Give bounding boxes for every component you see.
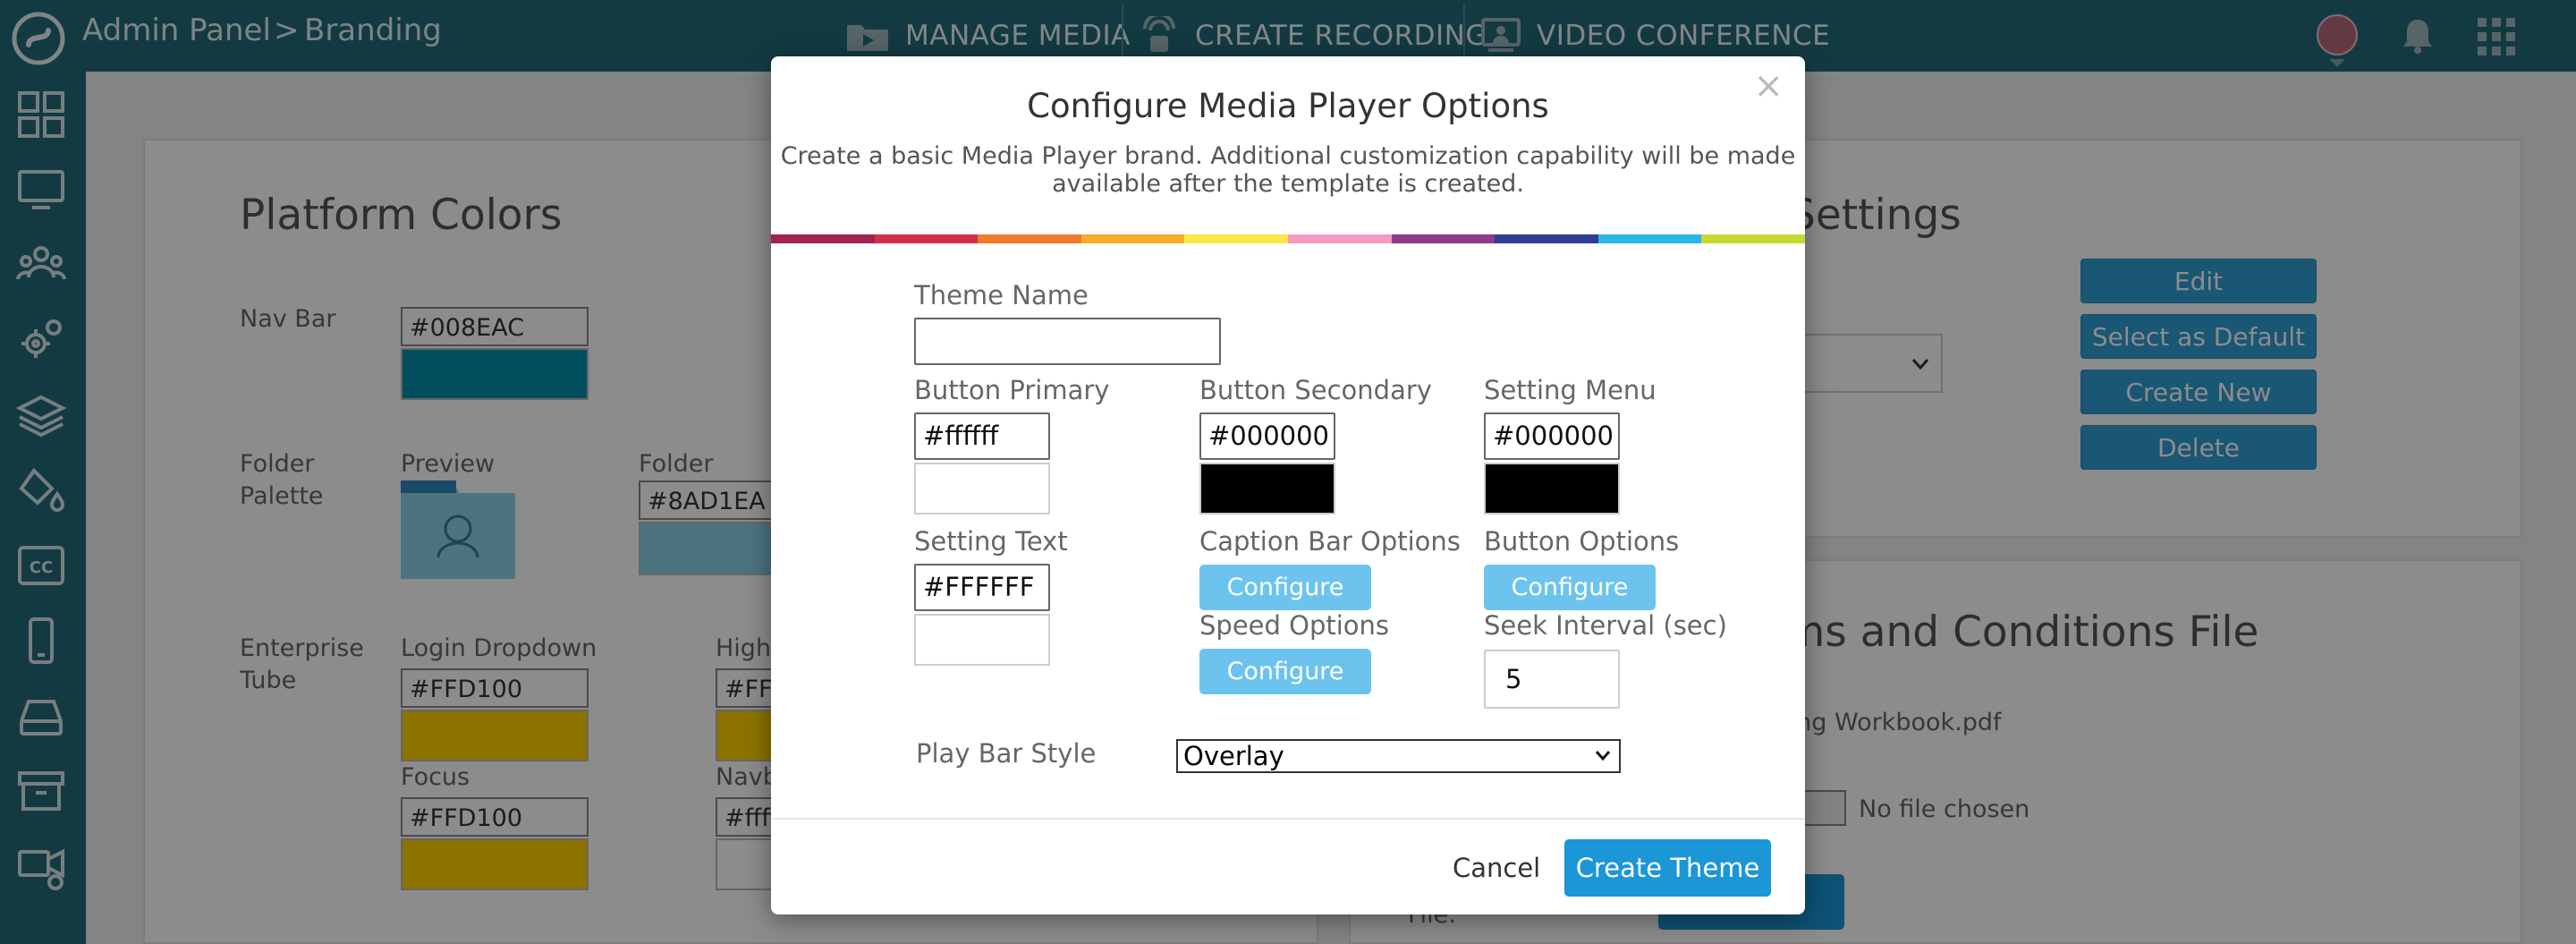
button-primary-swatch[interactable] [914,463,1050,515]
button-secondary-swatch[interactable] [1199,463,1335,515]
play-bar-style-value: Overlay [1183,741,1284,771]
chevron-down-icon [1595,751,1611,761]
stripe-segment [1495,234,1598,243]
theme-name-input[interactable] [914,318,1221,365]
setting-text-input[interactable]: #FFFFFF [914,564,1050,611]
theme-name-label: Theme Name [914,280,1089,310]
setting-text-swatch[interactable] [914,614,1050,666]
caption-bar-configure-button[interactable]: Configure [1199,565,1371,610]
dialog-subtitle: Create a basic Media Player brand. Addit… [771,142,1805,198]
stripe-segment [1597,234,1702,243]
color-stripe [771,234,1805,243]
button-primary-label: Button Primary [914,375,1110,405]
configure-media-player-dialog: × Configure Media Player Options Create … [771,56,1805,914]
button-options-configure-button[interactable]: Configure [1484,565,1656,610]
stripe-segment [1184,234,1288,243]
button-secondary-label: Button Secondary [1199,375,1432,405]
setting-menu-label: Setting Menu [1484,375,1657,405]
dialog-subtitle-line-1: Create a basic Media Player brand. Addit… [780,142,1796,170]
seek-interval-label: Seek Interval (sec) [1484,610,1727,641]
button-options-label: Button Options [1484,526,1680,557]
create-theme-button[interactable]: Create Theme [1564,839,1771,897]
seek-interval-input[interactable]: 5 [1484,650,1620,709]
button-secondary-input[interactable]: #000000 [1199,412,1335,460]
cancel-button[interactable]: Cancel [1453,846,1540,890]
stripe-segment [1391,234,1496,243]
stripe-segment [771,234,875,243]
dialog-subtitle-line-2: available after the template is created. [1052,170,1524,198]
caption-bar-options-label: Caption Bar Options [1199,526,1461,557]
stripe-segment [1701,234,1805,243]
stripe-segment [978,234,1081,243]
play-bar-style-select[interactable]: Overlay [1176,739,1621,773]
stripe-segment [1080,234,1185,243]
speed-options-label: Speed Options [1199,610,1390,641]
setting-menu-input[interactable]: #000000 [1484,412,1620,460]
play-bar-style-label: Play Bar Style [916,738,1097,769]
button-primary-input[interactable]: #ffffff [914,412,1050,460]
setting-text-label: Setting Text [914,526,1068,557]
stripe-segment [874,234,979,243]
dialog-title: Configure Media Player Options [1027,87,1549,125]
speed-options-configure-button[interactable]: Configure [1199,649,1371,694]
stripe-segment [1287,234,1392,243]
setting-menu-swatch[interactable] [1484,463,1620,515]
dialog-footer-divider [771,818,1805,820]
